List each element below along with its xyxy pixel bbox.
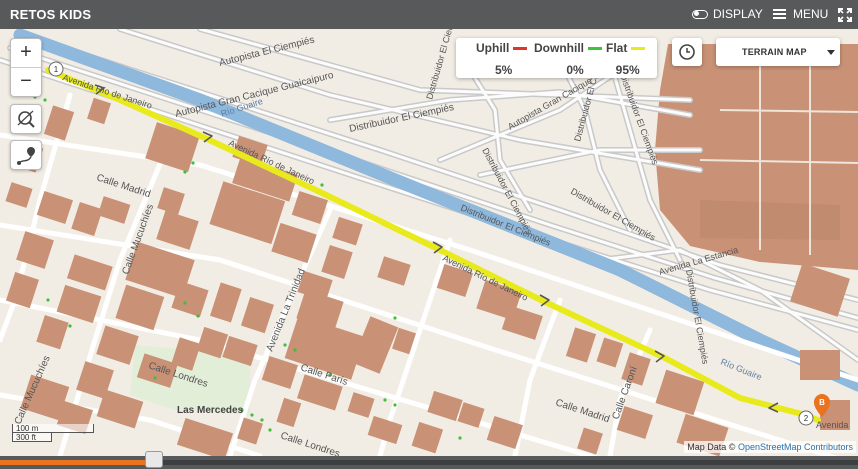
svg-text:Avenida: Avenida [816, 420, 848, 430]
downhill-label: Downhill [534, 41, 584, 55]
clock-icon [679, 44, 695, 60]
svg-text:1: 1 [54, 65, 59, 74]
route-tool-button[interactable] [10, 140, 42, 170]
route-pin-icon [17, 147, 35, 165]
uphill-color-swatch [513, 46, 528, 50]
time-button[interactable] [672, 38, 702, 66]
map-type-select[interactable]: TERRAIN MAP [716, 38, 840, 66]
magnify-route-icon [17, 110, 35, 128]
map-type-label: TERRAIN MAP [742, 47, 807, 57]
display-toggle-button[interactable]: DISPLAY [692, 7, 763, 21]
uphill-stat: Uphill 5% [476, 41, 528, 77]
map-view[interactable]: 1 2 B Autopista El Ciempiés Autopista Gr… [0, 29, 858, 456]
downhill-color-swatch [588, 46, 602, 50]
app-title: RETOS KIDS [10, 7, 92, 22]
scale-metric: 100 m [12, 424, 94, 433]
downhill-stat: Downhill 0% [534, 41, 602, 77]
downhill-value: 0% [566, 63, 584, 77]
flat-label: Flat [606, 41, 628, 55]
timeline-bar [0, 451, 858, 469]
zoom-out-button[interactable]: − [11, 67, 41, 96]
uphill-label: Uphill [476, 41, 510, 55]
flat-color-swatch [631, 46, 646, 50]
flat-stat: Flat 95% [606, 41, 646, 77]
osm-link[interactable]: OpenStreetMap Contributors [738, 442, 853, 452]
hamburger-icon [773, 9, 786, 19]
timeline-progress [0, 460, 155, 465]
fullscreen-icon[interactable] [838, 8, 852, 22]
svg-text:2: 2 [804, 414, 809, 423]
uphill-value: 5% [494, 63, 513, 77]
menu-label: MENU [793, 7, 829, 21]
elevation-stats-panel: Uphill 5% Downhill 0% Flat 95% [456, 38, 657, 78]
district-label: Las Mercedes [177, 405, 244, 416]
top-bar: RETOS KIDS DISPLAY MENU [0, 0, 858, 29]
scale-imperial: 300 ft [12, 433, 52, 442]
display-label: DISPLAY [713, 7, 763, 21]
svg-text:B: B [819, 398, 825, 407]
zoom-in-button[interactable]: + [11, 39, 41, 67]
attribution-prefix: Map Data © [687, 442, 736, 452]
map-scale: 100 m 300 ft [12, 424, 94, 442]
toggle-icon [692, 9, 708, 19]
zoom-control: + − [10, 38, 42, 97]
map-attribution: Map Data © OpenStreetMap Contributors [684, 441, 856, 453]
flat-value: 95% [615, 63, 640, 77]
locate-button[interactable] [10, 104, 42, 134]
chevron-down-icon [827, 50, 835, 55]
start-marker[interactable]: 1 [48, 61, 64, 77]
timeline-handle[interactable] [145, 451, 164, 468]
menu-button[interactable]: MENU [773, 7, 828, 21]
end-marker[interactable]: 2 [798, 410, 814, 426]
